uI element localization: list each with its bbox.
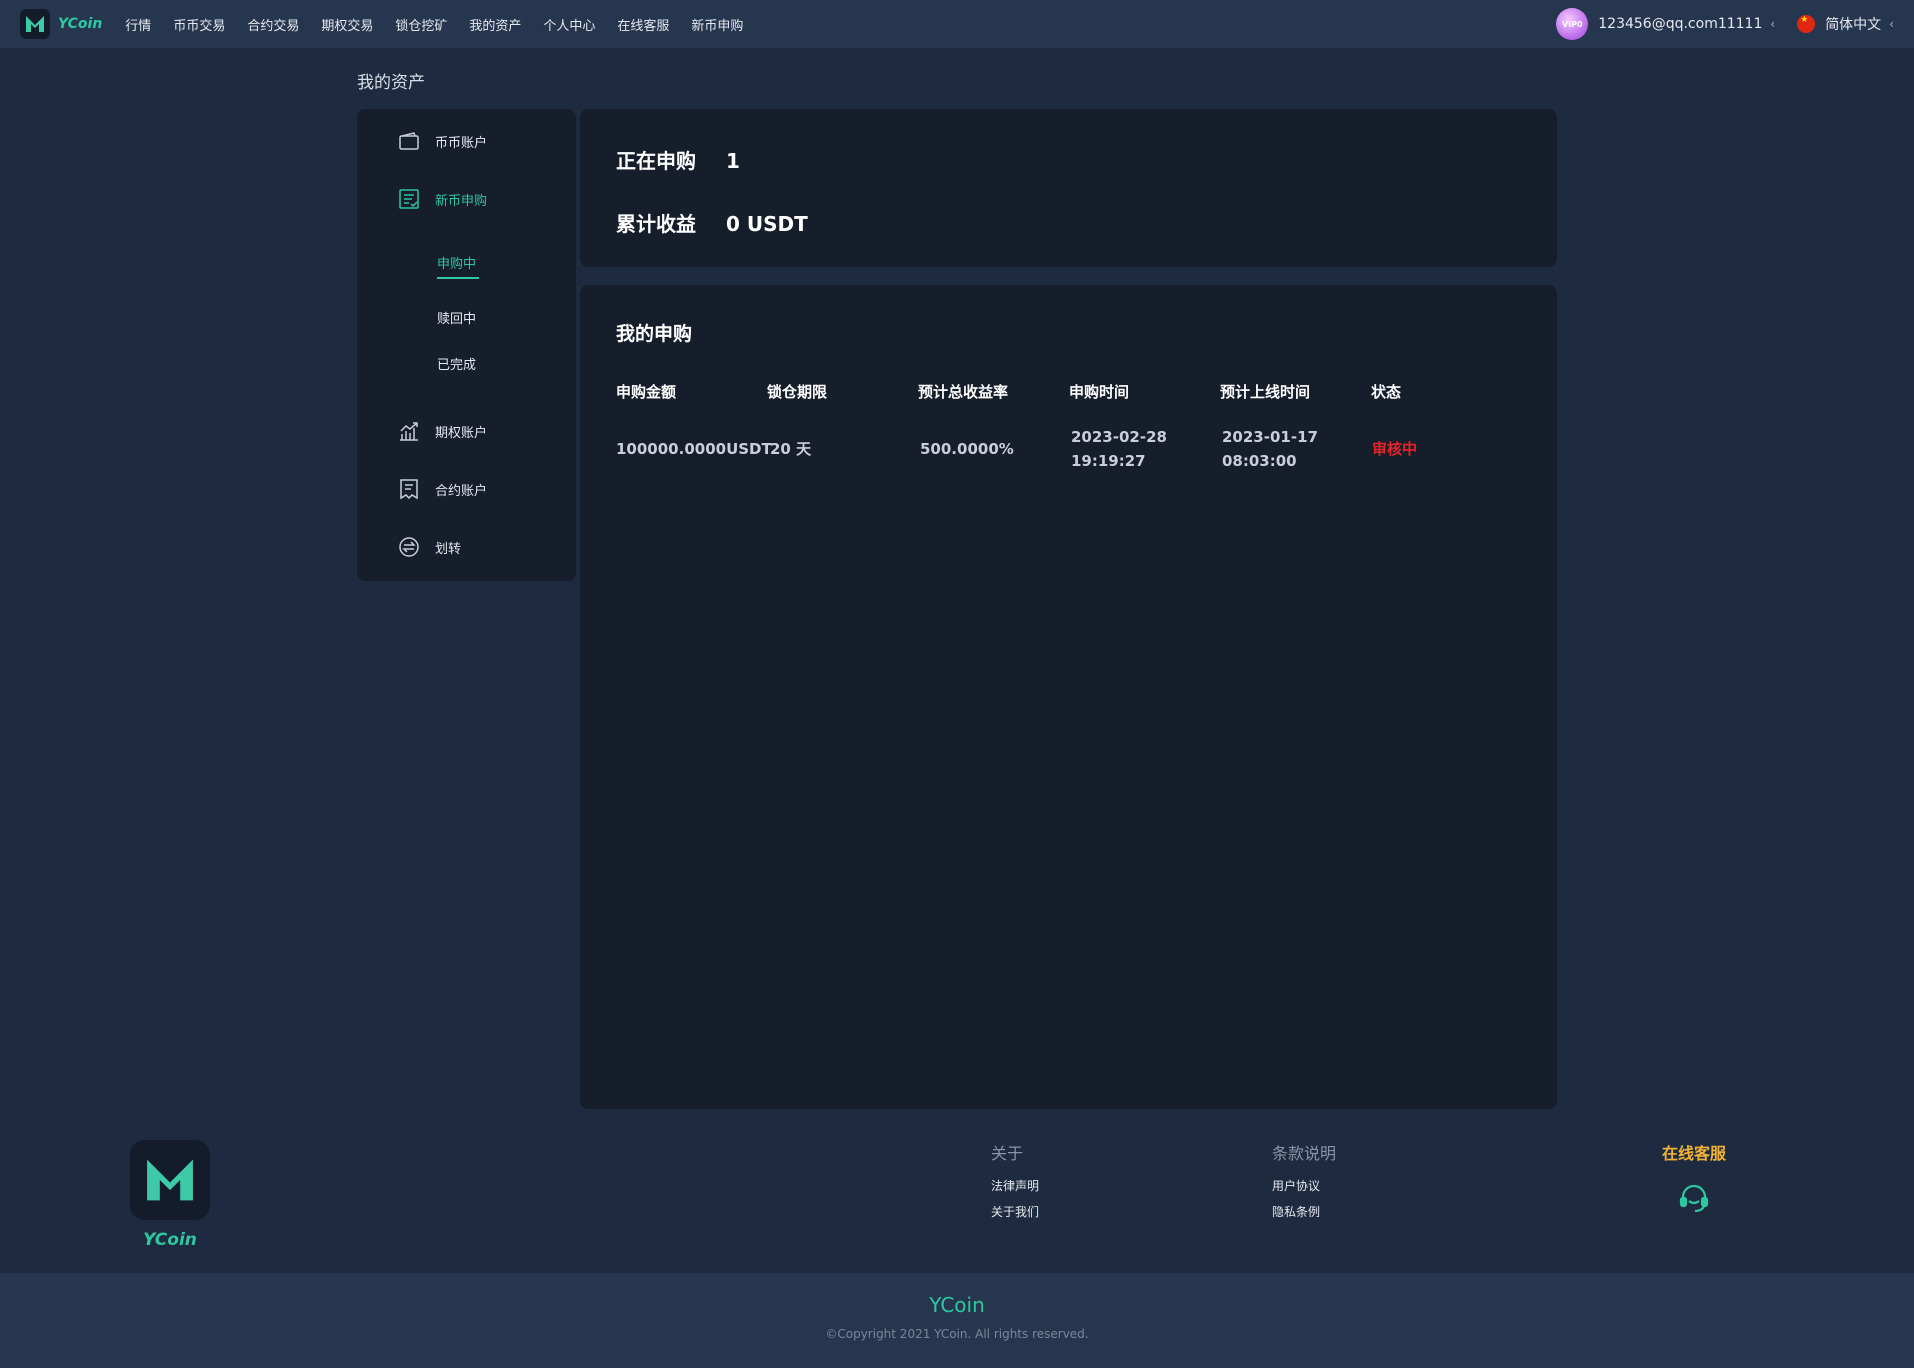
footer-bottom-bar: YCoin ©Copyright 2021 YCoin. All rights … (0, 1273, 1914, 1368)
nav-contract-trading[interactable]: 合约交易 (247, 15, 299, 34)
footer-about-title: 关于 (991, 1144, 1024, 1163)
sidebar-item-spot-account[interactable]: 币币账户 (397, 129, 487, 153)
earnings-label: 累计收益 (616, 212, 696, 236)
sidebar-item-label: 币币账户 (435, 135, 488, 151)
sidebar-subitem-subscribing[interactable]: 申购中 (437, 253, 476, 272)
cell-subscribe-date: 2023-02-28 (1071, 428, 1167, 446)
active-underline (437, 277, 479, 279)
nav-staking-mining[interactable]: 锁仓挖矿 (395, 15, 447, 34)
user-email[interactable]: 123456@qq.com11111 (1598, 16, 1762, 32)
footer-support-title[interactable]: 在线客服 (1662, 1140, 1726, 1164)
sidebar-subitem-completed[interactable]: 已完成 (437, 354, 476, 373)
copyright: ©Copyright 2021 YCoin. All rights reserv… (825, 1327, 1089, 1341)
footer-brand: YCoin (143, 1230, 197, 1250)
transfer-icon (397, 535, 421, 559)
nav-market[interactable]: 行情 (125, 15, 151, 34)
subscribing-count-row: 正在申购 1 (616, 145, 740, 174)
column-header-lock-term: 锁仓期限 (767, 383, 828, 401)
footer-link-about-us[interactable]: 关于我们 (991, 1203, 1039, 1220)
chart-icon (397, 419, 421, 443)
contract-doc-icon (397, 477, 421, 501)
sidebar-item-new-coin-subscription[interactable]: 新币申购 (397, 187, 487, 211)
status-badge: 审核中 (1372, 440, 1418, 458)
chevron-left-icon[interactable]: ‹ (1889, 17, 1894, 31)
nav-new-coin-subscription[interactable]: 新币申购 (691, 15, 743, 34)
ycoin-logo-icon (147, 1159, 193, 1201)
subscription-doc-icon (397, 187, 421, 211)
footer-terms-title: 条款说明 (1272, 1144, 1337, 1163)
sidebar-item-label: 合约账户 (435, 483, 488, 499)
avatar[interactable]: VIP0 (1556, 8, 1589, 40)
sidebar-item-label: 新币申购 (435, 193, 488, 209)
column-header-amount: 申购金额 (616, 383, 677, 401)
main-nav: 行情 币币交易 合约交易 期权交易 锁仓挖矿 我的资产 个人中心 在线客服 新币… (114, 15, 754, 34)
earnings-value: 0 USDT (726, 212, 808, 236)
sidebar-item-label: 划转 (435, 541, 462, 557)
table-row: 100000.0000USDT 20 天 500.0000% 2023-02-2… (616, 425, 1516, 485)
footer-link-privacy[interactable]: 隐私条例 (1272, 1203, 1320, 1220)
headset-icon[interactable] (1676, 1180, 1712, 1216)
nav-options-trading[interactable]: 期权交易 (321, 15, 373, 34)
column-header-subscribe-time: 申购时间 (1069, 383, 1130, 401)
footer-link-user-agreement[interactable]: 用户协议 (1272, 1177, 1320, 1194)
asset-sidebar: 币币账户 新币申购 申购中 赎回中 已完成 期权账户 合约账户 划转 (357, 109, 576, 581)
page-title: 我的资产 (357, 73, 425, 93)
nav-right: VIP0 123456@qq.com11111 ‹ 简体中文 ‹ (1556, 0, 1894, 48)
brand-logo[interactable]: YCoin (20, 9, 102, 39)
brand-name: YCoin (58, 16, 103, 32)
cell-lock-term: 20 天 (770, 440, 812, 458)
vip-badge: VIP0 (1561, 19, 1583, 29)
table-header: 申购金额 锁仓期限 预计总收益率 申购时间 预计上线时间 状态 (616, 381, 1516, 401)
cell-expected-rate: 500.0000% (920, 440, 1014, 458)
column-header-launch-time: 预计上线时间 (1220, 383, 1311, 401)
chevron-left-icon[interactable]: ‹ (1770, 17, 1775, 31)
subscribing-label: 正在申购 (616, 149, 696, 173)
footer-logo[interactable] (130, 1140, 210, 1220)
my-subscriptions-card: 我的申购 申购金额 锁仓期限 预计总收益率 申购时间 预计上线时间 状态 100… (580, 285, 1557, 1109)
sidebar-item-contract-account[interactable]: 合约账户 (397, 477, 487, 501)
sidebar-subitem-redeeming[interactable]: 赎回中 (437, 308, 476, 327)
nav-personal-center[interactable]: 个人中心 (543, 15, 595, 34)
china-flag-icon (1797, 15, 1816, 33)
sidebar-item-transfer[interactable]: 划转 (397, 535, 461, 559)
cell-amount: 100000.0000USDT (616, 440, 772, 458)
ycoin-logo-icon (20, 9, 50, 39)
nav-online-support[interactable]: 在线客服 (617, 15, 669, 34)
sidebar-item-options-account[interactable]: 期权账户 (397, 419, 487, 443)
sidebar-item-label: 期权账户 (435, 425, 488, 441)
column-header-expected-rate: 预计总收益率 (918, 383, 1009, 401)
top-navbar: YCoin 行情 币币交易 合约交易 期权交易 锁仓挖矿 我的资产 个人中心 在… (0, 0, 1914, 48)
earnings-row: 累计收益 0 USDT (616, 208, 808, 237)
cell-subscribe-clock: 19:19:27 (1071, 452, 1146, 470)
footer-link-legal[interactable]: 法律声明 (991, 1177, 1039, 1194)
wallet-icon (397, 129, 421, 153)
section-title: 我的申购 (616, 323, 693, 345)
column-header-status: 状态 (1371, 383, 1402, 401)
cell-launch-clock: 08:03:00 (1222, 452, 1297, 470)
nav-spot-trading[interactable]: 币币交易 (173, 15, 225, 34)
bottom-brand: YCoin (929, 1293, 985, 1317)
nav-my-assets[interactable]: 我的资产 (469, 15, 521, 34)
language-selector[interactable]: 简体中文 (1825, 14, 1881, 34)
subscribing-value: 1 (726, 149, 740, 173)
cell-launch-date: 2023-01-17 (1222, 428, 1318, 446)
subscription-summary-card: 正在申购 1 累计收益 0 USDT (580, 109, 1557, 267)
